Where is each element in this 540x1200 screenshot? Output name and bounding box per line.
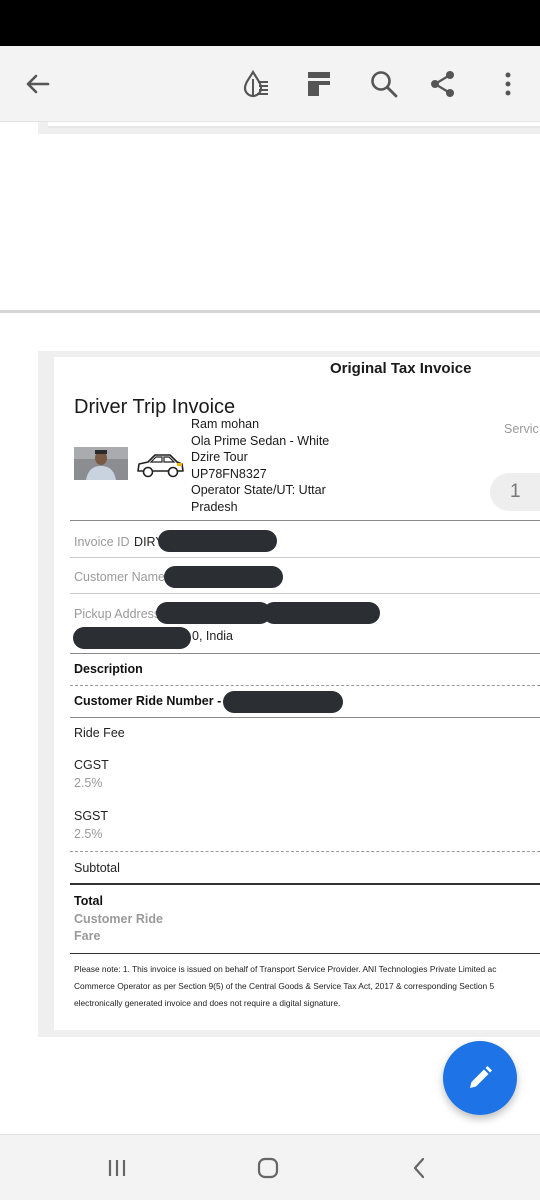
subtotal-label: Subtotal <box>74 861 120 875</box>
driver-name: Ram mohan <box>191 417 260 431</box>
service-count-badge: 1 <box>490 473 540 511</box>
car-icon <box>134 449 186 481</box>
sgst-rate: 2.5% <box>74 827 103 841</box>
page-layout-icon[interactable] <box>295 60 343 108</box>
dashed-divider <box>70 685 540 686</box>
description-header: Description <box>74 662 143 676</box>
note-line-1: Please note: 1. This invoice is issued o… <box>74 964 497 974</box>
document-viewer[interactable]: Original Tax Invoice Driver Trip Invoice <box>0 122 540 1134</box>
redaction-mark <box>73 627 191 649</box>
redaction-mark <box>263 602 380 624</box>
home-icon[interactable] <box>248 1153 288 1183</box>
share-icon[interactable] <box>419 60 467 108</box>
service-label: Servic <box>504 422 539 436</box>
edit-pencil-icon[interactable] <box>443 1041 517 1115</box>
cgst-label: CGST <box>74 758 109 772</box>
system-nav-bar <box>0 1134 540 1200</box>
divider <box>70 717 540 718</box>
invoice-page: Original Tax Invoice Driver Trip Invoice <box>38 351 540 1037</box>
total-label: Total <box>74 894 103 908</box>
sgst-label: SGST <box>74 809 109 823</box>
status-bar <box>0 0 540 46</box>
divider <box>70 653 540 654</box>
total-sub-line1: Customer Ride <box>74 912 163 926</box>
redaction-mark <box>158 530 277 552</box>
dashed-divider <box>70 851 540 852</box>
app-toolbar <box>0 46 540 122</box>
divider <box>70 883 540 885</box>
redaction-mark <box>223 691 343 713</box>
note-line-2: Commerce Operator as per Section 9(5) of… <box>74 981 495 991</box>
divider <box>70 593 540 594</box>
search-icon[interactable] <box>360 60 408 108</box>
operator-state: Operator State/UT: Uttar <box>191 483 326 497</box>
page-separator <box>0 310 540 313</box>
vehicle-plate: UP78FN8327 <box>191 466 267 481</box>
customer-name-label: Customer Name <box>74 570 165 584</box>
ride-number-label: Customer Ride Number - <box>74 694 222 708</box>
original-tax-invoice-heading: Original Tax Invoice <box>330 360 472 377</box>
invoice-note: Please note: 1. This invoice is issued o… <box>74 961 496 1012</box>
ride-fee-label: Ride Fee <box>74 726 125 740</box>
invoice-sheet: Original Tax Invoice Driver Trip Invoice <box>54 357 540 1030</box>
pickup-address-line2: 0, India <box>192 629 234 643</box>
total-sub-line2: Fare <box>74 929 101 943</box>
reading-mode-icon[interactable] <box>232 60 280 108</box>
pickup-address-trail: , <box>374 607 378 621</box>
redaction-mark <box>156 602 271 624</box>
back-icon[interactable] <box>400 1153 440 1183</box>
note-line-3: electronically generated invoice and doe… <box>74 998 341 1008</box>
vehicle-model: Ola Prime Sedan - White <box>191 433 330 448</box>
back-arrow-icon[interactable] <box>13 60 61 108</box>
divider <box>70 520 540 521</box>
divider <box>70 557 540 558</box>
cgst-rate: 2.5% <box>74 776 103 790</box>
operator-state-cont: Pradesh <box>191 499 238 514</box>
invoice-id-row: Invoice ID DIRY <box>74 533 164 551</box>
previous-page <box>38 122 540 134</box>
driver-photo <box>74 447 128 480</box>
recent-apps-icon[interactable] <box>97 1153 137 1183</box>
vehicle-type: Dzire Tour <box>191 450 248 464</box>
redaction-mark <box>164 566 283 588</box>
invoice-id-label: Invoice ID <box>74 535 130 549</box>
more-options-icon[interactable] <box>484 60 532 108</box>
pickup-address-label: Pickup Address <box>74 607 161 621</box>
divider <box>70 953 540 954</box>
